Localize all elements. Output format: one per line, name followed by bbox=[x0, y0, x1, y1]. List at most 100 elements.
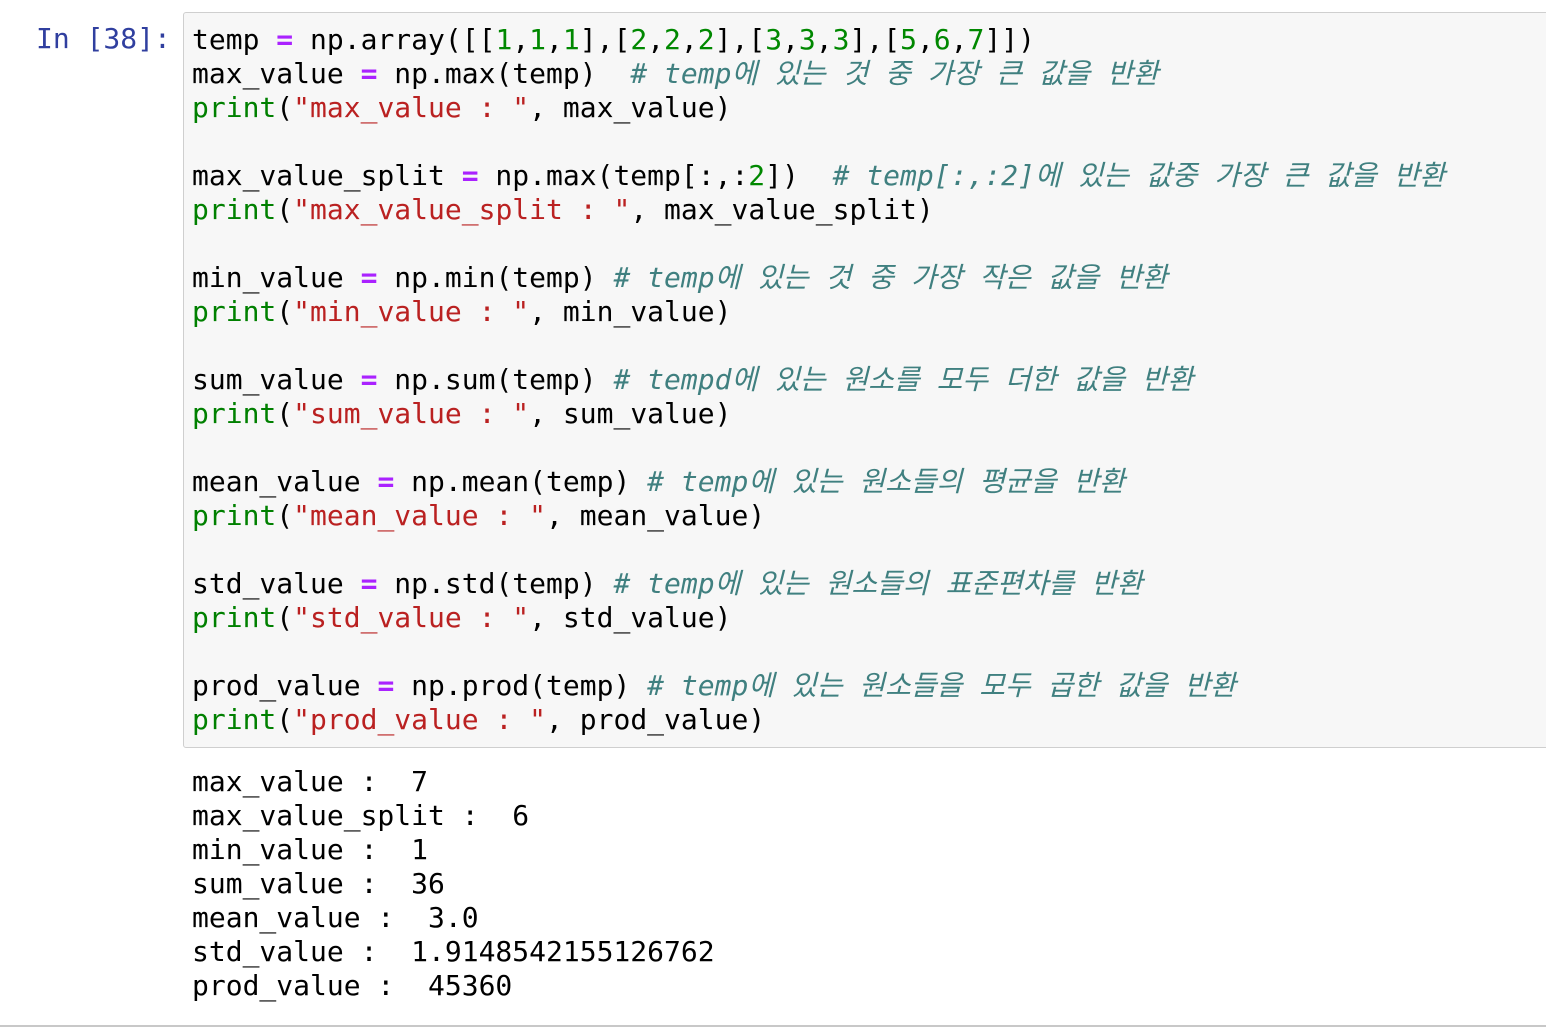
code-token: , prod_value) bbox=[546, 703, 766, 736]
code-token: ],[ bbox=[579, 23, 631, 56]
output-line: max_value_split : 6 bbox=[192, 799, 530, 832]
code-token: "max_value_split : " bbox=[293, 193, 631, 226]
code-line: min_value = np.min(temp) # temp에 있는 것 중 … bbox=[192, 261, 1445, 295]
code-token: = bbox=[461, 159, 479, 192]
code-token: 5 bbox=[900, 23, 917, 56]
code-line: print("std_value : ", std_value) bbox=[192, 601, 1445, 635]
code-token: ( bbox=[276, 397, 294, 430]
code-line: print("prod_value : ", prod_value) bbox=[192, 703, 1445, 737]
code-token: np.mean(temp) bbox=[394, 465, 648, 498]
code-token: 3 bbox=[832, 23, 850, 56]
code-token: max_value_split bbox=[192, 159, 462, 192]
code-token: , sum_value) bbox=[529, 397, 732, 430]
code-token: # temp[:,:2]에 있는 값중 가장 큰 값을 반환 bbox=[832, 159, 1446, 192]
code-token: "min_value : " bbox=[293, 295, 530, 328]
output-line: sum_value : 36 bbox=[192, 867, 445, 900]
code-token: print bbox=[192, 193, 277, 226]
code-token: = bbox=[360, 261, 378, 294]
code-token: mean_value bbox=[192, 465, 378, 498]
code-token: , bbox=[512, 23, 530, 56]
code-source[interactable]: temp = np.array([[1,1,1],[2,2,2],[3,3,3]… bbox=[192, 23, 1445, 737]
code-token: , bbox=[950, 23, 968, 56]
code-token: print bbox=[192, 703, 277, 736]
code-token: = bbox=[377, 465, 395, 498]
code-token: 3 bbox=[765, 23, 783, 56]
code-token: = bbox=[360, 567, 378, 600]
code-token: print bbox=[192, 397, 277, 430]
output-line: prod_value : 45360 bbox=[192, 969, 513, 1002]
code-token: max_value bbox=[192, 57, 361, 90]
code-token: # temp에 있는 원소들을 모두 곱한 값을 반환 bbox=[647, 669, 1236, 702]
code-line: std_value = np.std(temp) # temp에 있는 원소들의… bbox=[192, 567, 1445, 601]
notebook-code-cell: In [38]: temp = np.array([[1,1,1],[2,2,2… bbox=[0, 0, 1546, 1028]
code-token: = bbox=[360, 363, 378, 396]
code-token: ],[ bbox=[849, 23, 901, 56]
output-line: mean_value : 3.0 bbox=[192, 901, 479, 934]
code-line: print("max_value_split : ", max_value_sp… bbox=[192, 193, 1445, 227]
code-token: np.min(temp) bbox=[377, 261, 614, 294]
code-token: , mean_value) bbox=[546, 499, 766, 532]
code-token: temp bbox=[192, 23, 277, 56]
code-token: , bbox=[647, 23, 665, 56]
code-line: print("sum_value : ", sum_value) bbox=[192, 397, 1445, 431]
output-line: max_value : 7 bbox=[192, 765, 429, 798]
code-token: 2 bbox=[697, 23, 715, 56]
code-token: # temp에 있는 것 중 가장 작은 값을 반환 bbox=[613, 261, 1168, 294]
code-token: , bbox=[815, 23, 833, 56]
code-token: ( bbox=[276, 499, 294, 532]
code-token: , max_value_split) bbox=[630, 193, 934, 226]
code-line: temp = np.array([[1,1,1],[2,2,2],[3,3,3]… bbox=[192, 23, 1445, 57]
code-token: print bbox=[192, 601, 277, 634]
output-line: std_value : 1.9148542155126762 bbox=[192, 935, 715, 968]
code-line: max_value_split = np.max(temp[:,:2]) # t… bbox=[192, 159, 1445, 193]
code-line: prod_value = np.prod(temp) # temp에 있는 원소… bbox=[192, 669, 1445, 703]
code-token: np.array([[ bbox=[293, 23, 496, 56]
code-token: = bbox=[276, 23, 294, 56]
code-line: max_value = np.max(temp) # temp에 있는 것 중 … bbox=[192, 57, 1445, 91]
code-token: ]) bbox=[765, 159, 833, 192]
code-line: print("min_value : ", min_value) bbox=[192, 295, 1445, 329]
code-token: ],[ bbox=[714, 23, 766, 56]
code-token: prod_value bbox=[192, 669, 378, 702]
code-token: = bbox=[377, 669, 395, 702]
code-token: 3 bbox=[798, 23, 816, 56]
code-line: print("mean_value : ", mean_value) bbox=[192, 499, 1445, 533]
code-token: = bbox=[360, 57, 378, 90]
code-token: , bbox=[782, 23, 799, 56]
code-line: print("max_value : ", max_value) bbox=[192, 91, 1445, 125]
code-token: , std_value) bbox=[529, 601, 732, 634]
code-token: np.std(temp) bbox=[377, 567, 614, 600]
code-token: print bbox=[192, 499, 277, 532]
code-token: np.prod(temp) bbox=[394, 669, 648, 702]
code-token: 1 bbox=[529, 23, 547, 56]
code-token: ( bbox=[276, 193, 294, 226]
code-token: , bbox=[546, 23, 563, 56]
code-token: , max_value) bbox=[529, 91, 732, 124]
code-token: # temp에 있는 것 중 가장 큰 값을 반환 bbox=[630, 57, 1159, 90]
code-token: ( bbox=[276, 601, 294, 634]
cell-output: max_value : 7 max_value_split : 6 min_valu… bbox=[192, 765, 715, 1003]
output-line: min_value : 1 bbox=[192, 833, 429, 866]
code-token: # tempd에 있는 원소를 모두 더한 값을 반환 bbox=[613, 363, 1194, 396]
code-token: ]]) bbox=[984, 23, 1035, 56]
code-token: "mean_value : " bbox=[293, 499, 547, 532]
code-line: sum_value = np.sum(temp) # tempd에 있는 원소를… bbox=[192, 363, 1445, 397]
code-token: # temp에 있는 원소들의 평균을 반환 bbox=[647, 465, 1125, 498]
code-token: 1 bbox=[562, 23, 580, 56]
code-token: sum_value bbox=[192, 363, 361, 396]
code-token: ( bbox=[276, 703, 294, 736]
input-prompt: In [38]: bbox=[36, 22, 171, 55]
code-token: 2 bbox=[630, 23, 648, 56]
code-token: "prod_value : " bbox=[293, 703, 547, 736]
code-token: 7 bbox=[967, 23, 985, 56]
code-token: , min_value) bbox=[529, 295, 732, 328]
code-token: print bbox=[192, 91, 277, 124]
code-token: "sum_value : " bbox=[293, 397, 530, 430]
code-token: , bbox=[680, 23, 698, 56]
code-token: min_value bbox=[192, 261, 361, 294]
code-token: 6 bbox=[933, 23, 951, 56]
